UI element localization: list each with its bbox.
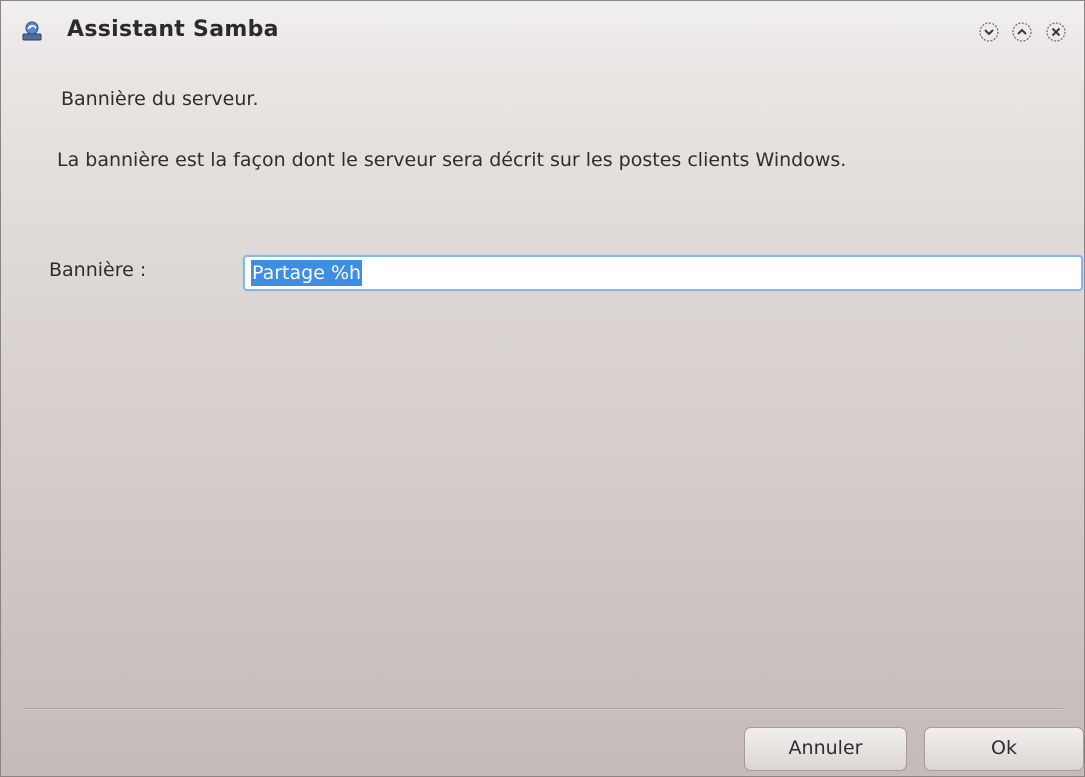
- banner-input[interactable]: Partage %h: [243, 255, 1083, 291]
- window-title: Assistant Samba: [67, 17, 279, 42]
- page-heading: Bannière du serveur.: [61, 88, 259, 110]
- minimize-icon[interactable]: [978, 21, 1000, 43]
- close-icon[interactable]: [1045, 21, 1067, 43]
- ok-button[interactable]: Ok: [924, 727, 1084, 771]
- cancel-button[interactable]: Annuler: [744, 727, 907, 771]
- banner-input-value: Partage %h: [251, 260, 363, 286]
- maximize-icon[interactable]: [1011, 21, 1033, 43]
- samba-wizard-window: Assistant Samba Bannière du serveur. La …: [0, 0, 1085, 777]
- wizard-content: Bannière du serveur. La bannière est la …: [1, 61, 1084, 711]
- page-description: La bannière est la façon dont le serveur…: [57, 149, 847, 171]
- button-separator: [23, 708, 1063, 710]
- samba-wizard-icon: [22, 21, 42, 41]
- title-bar[interactable]: Assistant Samba: [1, 1, 1084, 61]
- banner-label: Bannière :: [49, 259, 147, 281]
